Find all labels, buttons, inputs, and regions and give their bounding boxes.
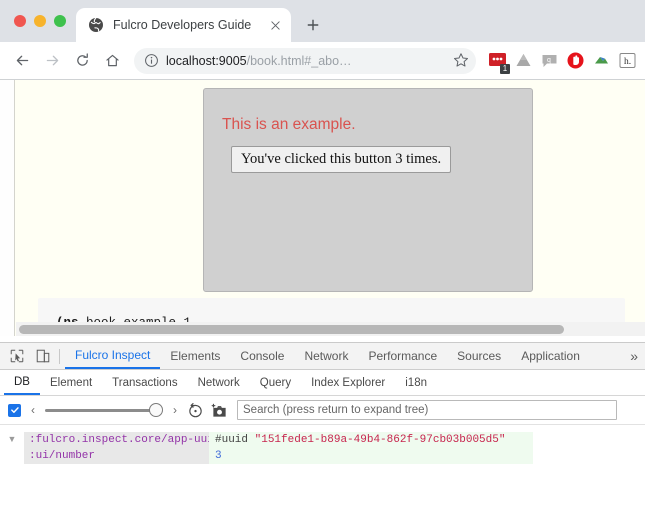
fulcro-tab-label: Index Explorer xyxy=(311,376,386,389)
devtools-tab-performance[interactable]: Performance xyxy=(358,343,447,369)
extension-badge-count: 1 xyxy=(500,64,510,74)
db-value-tag: #uuid xyxy=(215,434,249,446)
red-hand-extension-icon[interactable] xyxy=(566,51,585,70)
devtools-tab-label: Application xyxy=(521,349,580,363)
back-icon[interactable] xyxy=(8,47,36,75)
window-maximize-button[interactable] xyxy=(54,15,66,27)
browser-window: Fulcro Developers Guide localhost:9005/b… xyxy=(0,0,645,511)
fulcro-inspect-toolbar: ‹ › xyxy=(0,396,645,425)
db-value: 3 xyxy=(209,448,222,464)
db-value: #uuid "151fede1-b89a-49b4-862f-97cb03b00… xyxy=(209,432,505,448)
devtools-tab-label: Elements xyxy=(170,349,221,363)
example-card: This is an example. You've clicked this … xyxy=(203,88,533,292)
history-reset-icon[interactable] xyxy=(187,402,204,419)
devtools-tab-network[interactable]: Network xyxy=(294,343,358,369)
globe-icon xyxy=(88,17,104,33)
page-horizontal-scrollbar[interactable] xyxy=(16,322,645,336)
speech-bubble-q-extension-icon[interactable]: q xyxy=(540,51,559,70)
address-bar-text: localhost:9005/book.html#_abo… xyxy=(166,54,446,68)
devtools-panel: Fulcro Inspect Elements Console Network … xyxy=(0,342,645,511)
history-prev-button[interactable]: ‹ xyxy=(28,403,38,417)
expand-caret-icon[interactable]: ▼ xyxy=(0,432,24,464)
scrollbar-thumb[interactable] xyxy=(19,325,564,334)
device-toolbar-icon[interactable] xyxy=(30,343,56,369)
tab-title: Fulcro Developers Guide xyxy=(113,18,252,32)
fulcro-tab-index-explorer[interactable]: Index Explorer xyxy=(301,370,395,395)
db-entry-table: :fulcro.inspect.core/app-uuid #uuid "151… xyxy=(24,432,533,464)
devtools-tab-bar: Fulcro Inspect Elements Console Network … xyxy=(0,343,645,370)
fulcro-inspect-tab-bar: DB Element Transactions Network Query In… xyxy=(0,370,645,396)
fulcro-tab-network[interactable]: Network xyxy=(188,370,250,395)
page-left-gutter xyxy=(0,80,15,336)
h-dot-extension-icon[interactable]: h. xyxy=(618,51,637,70)
slider-knob[interactable] xyxy=(149,403,163,417)
slider-track xyxy=(45,408,155,412)
devtools-tab-label: Performance xyxy=(368,349,438,363)
devtools-tab-label: Fulcro Inspect xyxy=(75,348,151,362)
window-traffic-lights xyxy=(10,0,76,42)
forward-icon[interactable] xyxy=(38,47,66,75)
db-root-node: ▼ :fulcro.inspect.core/app-uuid #uuid "1… xyxy=(0,425,645,464)
star-icon[interactable] xyxy=(453,52,470,69)
url-host: localhost:9005 xyxy=(166,53,247,68)
home-icon[interactable] xyxy=(98,47,126,75)
click-counter-button[interactable]: You've clicked this button 3 times. xyxy=(231,146,452,173)
reload-icon[interactable] xyxy=(68,47,96,75)
devtools-tab-label: Network xyxy=(304,349,349,363)
window-minimize-button[interactable] xyxy=(34,15,46,27)
fulcro-tab-label: Query xyxy=(259,376,292,389)
toolbar-divider xyxy=(59,348,60,364)
fulcro-tab-label: Network xyxy=(197,376,240,389)
search-input[interactable] xyxy=(237,400,617,420)
history-next-button[interactable]: › xyxy=(170,403,180,417)
add-snapshot-camera-icon[interactable] xyxy=(211,402,228,419)
page-viewport: This is an example. You've clicked this … xyxy=(0,80,645,336)
history-enabled-checkbox[interactable] xyxy=(8,403,21,417)
db-key: :fulcro.inspect.core/app-uuid xyxy=(24,432,209,448)
db-value-number: 3 xyxy=(215,450,222,462)
extensions-tray: 1 q h. xyxy=(484,51,637,74)
info-circle-icon[interactable] xyxy=(144,53,159,68)
fulcro-tab-query[interactable]: Query xyxy=(250,370,301,395)
devtools-overflow-icon[interactable]: » xyxy=(630,348,645,364)
tab-strip: Fulcro Developers Guide xyxy=(0,0,645,42)
devtools-tab-console[interactable]: Console xyxy=(230,343,294,369)
devtools-tab-elements[interactable]: Elements xyxy=(160,343,230,369)
svg-text:q: q xyxy=(547,57,551,64)
table-row[interactable]: :ui/number 3 xyxy=(24,448,533,464)
svg-text:h.: h. xyxy=(624,57,631,67)
devtools-tab-label: Sources xyxy=(457,349,502,363)
drive-triangle-extension-icon[interactable] xyxy=(514,51,533,70)
devtools-tab-label: Console xyxy=(240,349,285,363)
db-value-string: "151fede1-b89a-49b4-862f-97cb03b005d5" xyxy=(254,434,506,446)
devtools-tab-application[interactable]: Application xyxy=(511,343,590,369)
page-content: This is an example. You've clicked this … xyxy=(16,80,645,336)
fulcro-db-tree: ▼ :fulcro.inspect.core/app-uuid #uuid "1… xyxy=(0,425,645,511)
browser-tab-active[interactable]: Fulcro Developers Guide xyxy=(76,8,291,42)
history-slider[interactable] xyxy=(45,403,163,417)
fulcro-tab-transactions[interactable]: Transactions xyxy=(102,370,187,395)
devtools-tab-fulcro-inspect[interactable]: Fulcro Inspect xyxy=(65,343,161,369)
green-chevron-extension-icon[interactable] xyxy=(592,51,611,70)
fulcro-tab-element[interactable]: Element xyxy=(40,370,102,395)
browser-toolbar: localhost:9005/book.html#_abo… 1 q h. xyxy=(0,42,645,80)
new-tab-button[interactable] xyxy=(299,11,327,39)
close-icon[interactable] xyxy=(267,17,283,33)
table-row[interactable]: :fulcro.inspect.core/app-uuid #uuid "151… xyxy=(24,432,533,448)
fulcro-tab-label: i18n xyxy=(405,376,427,389)
example-title: This is an example. xyxy=(222,116,356,133)
fulcro-tab-i18n[interactable]: i18n xyxy=(395,370,437,395)
db-key: :ui/number xyxy=(24,448,209,464)
url-path: /book.html#_abo… xyxy=(246,53,352,68)
fulcro-tab-label: Element xyxy=(49,376,93,389)
fulcro-tab-label: DB xyxy=(14,375,30,388)
devtools-tab-sources[interactable]: Sources xyxy=(447,343,511,369)
window-close-button[interactable] xyxy=(14,15,26,27)
dotted-red-extension-icon[interactable]: 1 xyxy=(488,51,510,74)
fulcro-tab-label: Transactions xyxy=(112,376,178,389)
fulcro-tab-db[interactable]: DB xyxy=(4,370,40,395)
cursor-inspect-icon[interactable] xyxy=(4,343,30,369)
address-bar[interactable]: localhost:9005/book.html#_abo… xyxy=(134,47,476,74)
